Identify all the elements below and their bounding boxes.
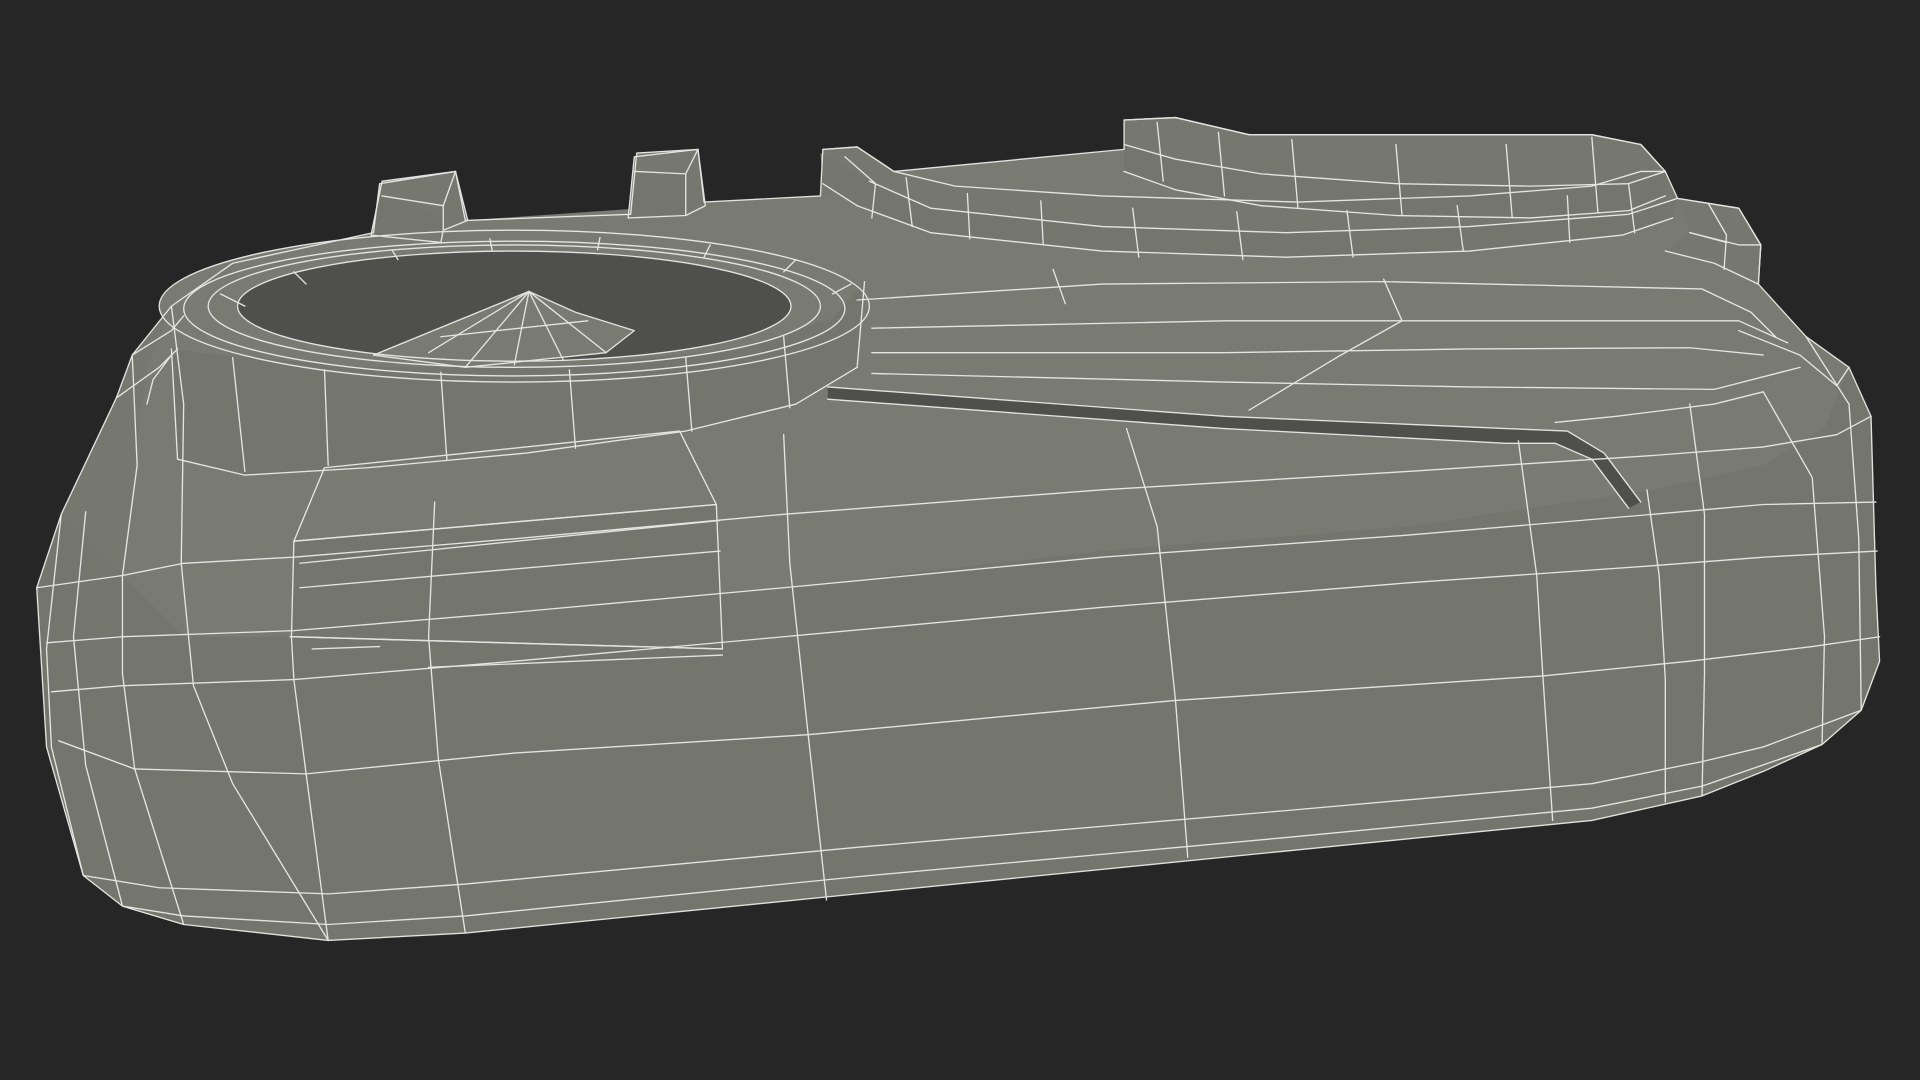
left-tab-2-front	[628, 171, 686, 218]
3d-viewport[interactable]	[0, 0, 1920, 1080]
wireframe-render	[0, 0, 1920, 1080]
